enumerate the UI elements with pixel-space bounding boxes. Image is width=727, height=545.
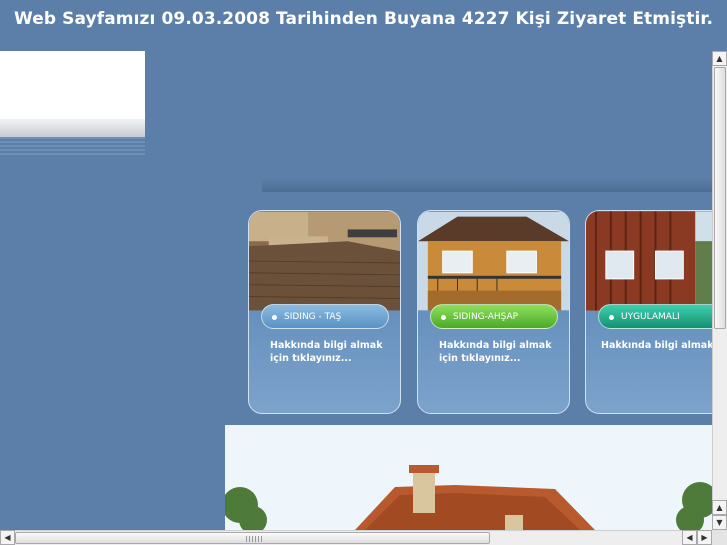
decorative-stripes [0, 137, 145, 157]
scrollbar-corner [712, 530, 727, 545]
bullet-icon [272, 315, 277, 320]
card-description[interactable]: Hakkında bilgi almak için tıklayınız... [601, 339, 725, 352]
scroll-up-arrow-icon[interactable]: ▲ [712, 51, 727, 66]
card-applications[interactable]: UYGULAMALI Hakkında bilgi almak için tık… [585, 210, 725, 414]
scroll-up-arrow-icon[interactable]: ▲ [712, 500, 727, 515]
bullet-icon [609, 315, 614, 320]
card-label-pill[interactable]: SIDING-AHŞAP [430, 304, 558, 329]
card-label: SIDING-AHŞAP [453, 312, 519, 322]
scroll-left-arrow-icon[interactable]: ◀ [0, 530, 15, 545]
section-divider-band [262, 178, 712, 192]
visitor-counter-text: Web Sayfamızı 09.03.2008 Tarihinden Buya… [13, 9, 714, 29]
card-description-text: Hakkında bilgi almak için tıklayınız... [601, 340, 725, 351]
card-description[interactable]: Hakkında bilgi almak için tıklayınız... [439, 339, 563, 365]
applied-house-photo [586, 211, 725, 311]
vertical-scroll-thumb[interactable] [714, 67, 726, 329]
banner-bottom-strip [0, 119, 145, 137]
card-label-pill[interactable]: SIDING - TAŞ [261, 304, 389, 329]
card-description[interactable]: Hakkında bilgi almak için tıklayınız... [270, 339, 394, 365]
scroll-grip-icon [246, 536, 262, 542]
card-label: UYGULAMALI [621, 312, 680, 322]
scroll-down-arrow-icon[interactable]: ▼ [712, 515, 727, 530]
card-siding-wood[interactable]: SIDING-AHŞAP Hakkında bilgi almak için t… [417, 210, 570, 414]
scroll-left-arrow-icon[interactable]: ◀ [682, 530, 697, 545]
horizontal-scroll-thumb[interactable] [15, 532, 490, 544]
card-label: SIDING - TAŞ [284, 312, 342, 322]
vertical-scrollbar[interactable] [712, 51, 727, 530]
stone-house-photo [249, 211, 400, 311]
bullet-icon [441, 315, 446, 320]
horizontal-scrollbar[interactable] [0, 530, 712, 545]
card-label-pill[interactable]: UYGULAMALI [598, 304, 725, 329]
card-siding-stone[interactable]: SIDING - TAŞ Hakkında bilgi almak için t… [248, 210, 401, 414]
scroll-right-arrow-icon[interactable]: ▶ [697, 530, 712, 545]
house-illustration [225, 425, 712, 530]
wood-house-photo [418, 211, 569, 311]
flash-banner-area [0, 51, 145, 119]
house-hero-photo [225, 425, 712, 530]
